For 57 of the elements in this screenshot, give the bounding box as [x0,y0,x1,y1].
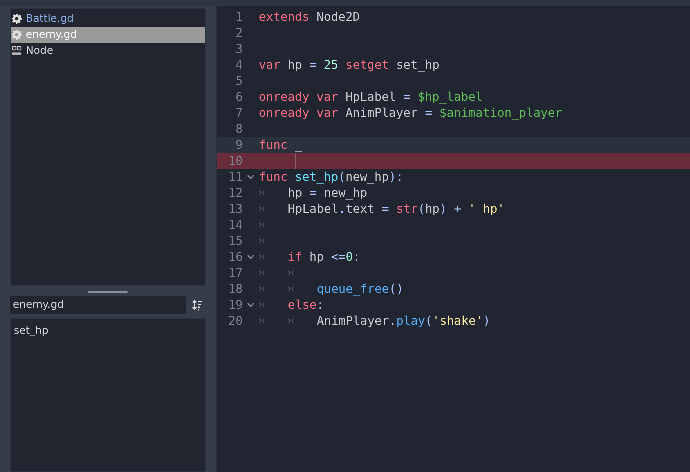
code-line: queue_free() [317,282,404,296]
line-number: 19 [228,298,243,312]
line-number: 12 [228,186,243,200]
tab-marker-icon [259,238,265,244]
tab-marker-icon [288,270,294,276]
line-number: 3 [234,42,243,56]
method-list-item[interactable]: set_hp [13,323,203,339]
line-number: 7 [234,106,243,120]
script-name: Battle.gd [26,13,74,25]
tab-marker-icon [259,286,265,292]
line-number: 14 [228,218,243,232]
line-number: 2 [234,26,243,40]
code-line: func set_hp(new_hp): [259,170,404,184]
code-line: onready var AnimPlayer = $animation_player [259,106,562,120]
line-number: 17 [228,266,243,280]
line-number: 15 [228,234,243,248]
script-name: Node [26,45,54,57]
line-number: 11 [228,170,243,184]
line-number: 6 [234,90,243,104]
text-cursor [295,153,296,169]
code-line: extends Node2D [259,10,360,24]
tab-marker-icon [259,254,265,260]
tab-marker-icon [288,286,294,292]
line-number: 5 [234,74,243,88]
script-list-item[interactable]: Battle.gd [11,11,205,27]
tab-marker-icon [259,190,265,196]
code-line: func _ [259,138,302,152]
code-line: else: [288,298,324,312]
script-name: enemy.gd [26,29,78,41]
split-handle[interactable] [88,291,128,293]
code-line: onready var HpLabel = $hp_label [259,90,483,104]
filter-field[interactable]: enemy.gd [10,296,186,314]
tab-marker-icon [259,222,265,228]
code-line: if hp <=0: [288,250,360,264]
line-number: 16 [228,250,243,264]
tab-marker-icon [259,206,265,212]
tab-marker-icon [259,302,265,308]
line-number: 1 [234,10,243,24]
code-line: HpLabel.text = str(hp) + ' hp' [288,202,505,216]
tab-marker-icon [259,270,265,276]
line-number: 9 [234,138,243,152]
code-line: AnimPlayer.play('shake') [317,314,490,328]
tab-marker-icon [259,318,265,324]
code-line: hp = new_hp [288,186,368,200]
line-number: 13 [228,202,243,216]
sort-icon[interactable] [192,300,203,310]
gear-icon [12,30,22,40]
script-list-item[interactable]: Node [11,43,205,59]
tab-marker-icon [288,318,294,324]
code-line: var hp = 25 setget set_hp [259,58,440,72]
gear-icon [12,14,22,24]
line-number: 4 [234,58,243,72]
document-icon [12,46,22,56]
line-number: 8 [234,122,243,136]
line-number: 18 [228,282,243,296]
line-number: 10 [228,154,243,168]
line-number: 20 [228,314,243,328]
